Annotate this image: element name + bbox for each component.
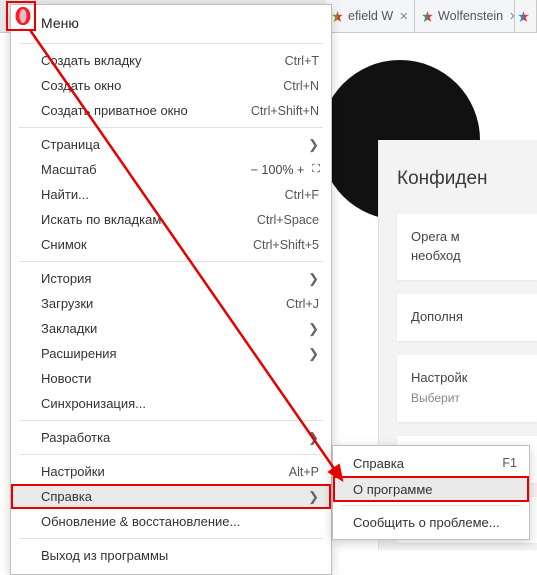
tab-icon [517, 10, 530, 23]
panel-card[interactable]: Настройк Выберит [397, 355, 537, 422]
menu-item-label: Расширения [41, 346, 298, 361]
menu-item-снимок[interactable]: Снимок Ctrl+Shift+5 [11, 232, 331, 257]
menu-item-выход-из-программы[interactable]: Выход из программы [11, 543, 331, 568]
menu-item-label: История [41, 271, 298, 286]
menu-separator [341, 505, 521, 506]
menu-item-label: Справка [41, 489, 298, 504]
menu-separator [19, 420, 323, 421]
menu-item-создать-окно[interactable]: Создать окно Ctrl+N [11, 73, 331, 98]
menu-item-label: Обновление & восстановление... [41, 514, 319, 529]
submenu-item-сообщить-о-проблеме-[interactable]: Сообщить о проблеме... [333, 509, 529, 535]
menu-item-настройки[interactable]: Настройки Alt+P [11, 459, 331, 484]
menu-item-label: Создать вкладку [41, 53, 275, 68]
menu-shortcut: Alt+P [289, 465, 319, 479]
menu-separator [19, 43, 323, 44]
menu-item-масштаб[interactable]: Масштаб− 100% +⛶ [11, 157, 331, 182]
menu-shortcut: F1 [502, 456, 517, 470]
menu-shortcut: Ctrl+F [285, 188, 319, 202]
menu-item-label: Настройки [41, 464, 279, 479]
menu-item-label: Закладки [41, 321, 298, 336]
tab-title: efield W [348, 9, 393, 23]
menu-item-синхронизация-[interactable]: Синхронизация... [11, 391, 331, 416]
submenu-item-label: Справка [353, 456, 502, 471]
menu-shortcut: Ctrl+Space [257, 213, 319, 227]
menu-separator [19, 538, 323, 539]
browser-tab[interactable]: efield W ✕ [325, 0, 415, 32]
menu-shortcut: Ctrl+Shift+5 [253, 238, 319, 252]
menu-item-label: Загрузки [41, 296, 276, 311]
menu-separator [19, 454, 323, 455]
menu-title: Меню [11, 9, 331, 39]
menu-shortcut: Ctrl+N [283, 79, 319, 93]
menu-separator [19, 127, 323, 128]
submenu-item-справка[interactable]: СправкаF1 [333, 450, 529, 476]
menu-separator [19, 261, 323, 262]
submenu-item-label: Сообщить о проблеме... [353, 515, 517, 530]
menu-item-загрузки[interactable]: Загрузки Ctrl+J [11, 291, 331, 316]
menu-item-искать-по-вкладкам[interactable]: Искать по вкладкам Ctrl+Space [11, 207, 331, 232]
menu-item-label: Создать окно [41, 78, 273, 93]
chevron-right-icon: ❯ [308, 489, 319, 505]
menu-item-label: Выход из программы [41, 548, 319, 563]
opera-menu-button[interactable] [10, 3, 36, 29]
panel-heading: Конфиден [397, 168, 537, 190]
menu-item-label: Искать по вкладкам [41, 212, 247, 227]
menu-item-label: Разработка [41, 430, 298, 445]
menu-item-страница[interactable]: Страница ❯ [11, 132, 331, 157]
menu-item-label: Новости [41, 371, 319, 386]
menu-shortcut: Ctrl+J [286, 297, 319, 311]
menu-item-создать-вкладку[interactable]: Создать вкладку Ctrl+T [11, 48, 331, 73]
browser-tab-partial[interactable] [515, 0, 537, 32]
menu-item-создать-приватное-окно[interactable]: Создать приватное окно Ctrl+Shift+N [11, 98, 331, 123]
menu-item-история[interactable]: История ❯ [11, 266, 331, 291]
chevron-right-icon: ❯ [308, 430, 319, 446]
chevron-right-icon: ❯ [308, 271, 319, 287]
zoom-controls[interactable]: − 100% +⛶ [251, 163, 319, 177]
menu-item-найти-[interactable]: Найти... Ctrl+F [11, 182, 331, 207]
menu-item-обновление-восстановление-[interactable]: Обновление & восстановление... [11, 509, 331, 534]
menu-item-разработка[interactable]: Разработка ❯ [11, 425, 331, 450]
chevron-right-icon: ❯ [308, 321, 319, 337]
menu-item-новости[interactable]: Новости [11, 366, 331, 391]
browser-tab[interactable]: Wolfenstein ✕ [415, 0, 515, 32]
menu-shortcut: Ctrl+Shift+N [251, 104, 319, 118]
menu-item-справка[interactable]: Справка ❯ [11, 484, 331, 509]
chevron-right-icon: ❯ [308, 346, 319, 362]
menu-item-label: Масштаб [41, 162, 251, 177]
chevron-right-icon: ❯ [308, 137, 319, 153]
menu-item-label: Создать приватное окно [41, 103, 241, 118]
menu-item-закладки[interactable]: Закладки ❯ [11, 316, 331, 341]
menu-item-label: Страница [41, 137, 298, 152]
submenu-item-label: О программе [353, 482, 517, 497]
panel-card[interactable]: Opera мнеобход [397, 214, 537, 280]
tab-title: Wolfenstein [438, 9, 503, 23]
main-menu-dropdown: Меню Создать вкладку Ctrl+T Создать окно Ct… [10, 4, 332, 575]
tab-icon [331, 10, 344, 23]
submenu-item-о-программе[interactable]: О программе [333, 476, 529, 502]
tab-icon [421, 10, 434, 23]
close-icon[interactable]: ✕ [399, 10, 408, 23]
menu-item-расширения[interactable]: Расширения ❯ [11, 341, 331, 366]
menu-item-label: Найти... [41, 187, 275, 202]
fullscreen-icon[interactable]: ⛶ [312, 164, 319, 176]
menu-shortcut: Ctrl+T [285, 54, 319, 68]
panel-card[interactable]: Дополня [397, 294, 537, 341]
menu-item-label: Синхронизация... [41, 396, 319, 411]
menu-item-label: Снимок [41, 237, 243, 252]
help-submenu: СправкаF1 О программе Сообщить о проблеме.… [332, 445, 530, 540]
